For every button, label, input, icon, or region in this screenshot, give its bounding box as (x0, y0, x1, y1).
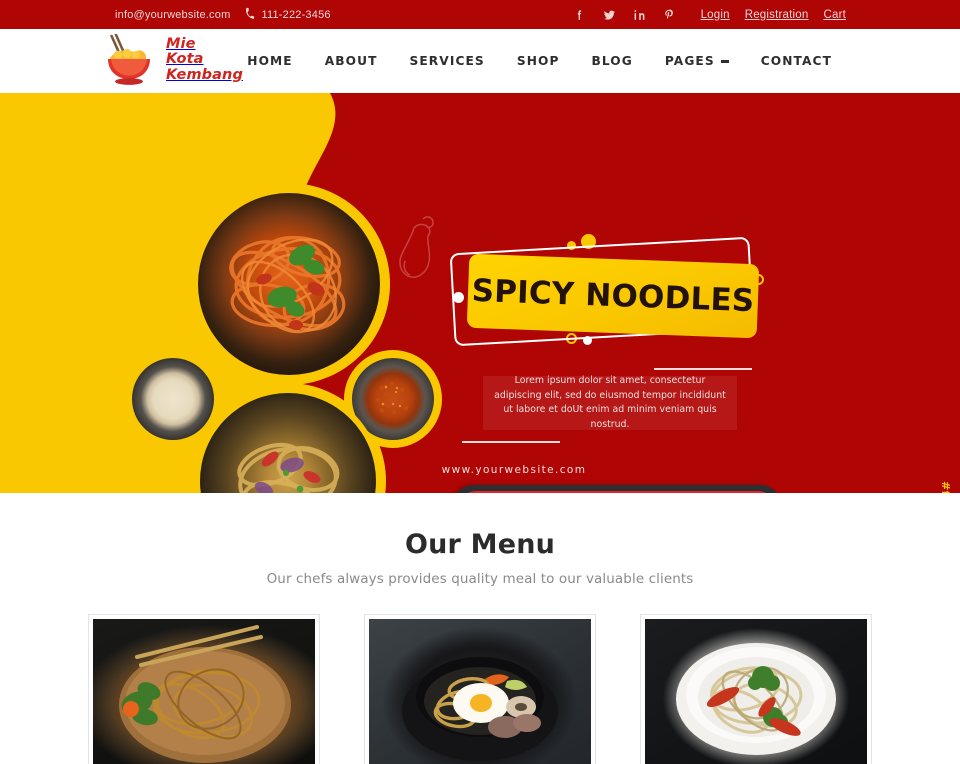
hero-rule-bottom (462, 441, 560, 443)
phone-icon (243, 7, 257, 23)
spicy-pasta-bowl (198, 193, 380, 375)
hero-description-box: Lorem ipsum dolor sit amet, consectetur … (483, 375, 737, 430)
site-logo[interactable]: Mie Kota Kembang (101, 32, 243, 86)
hero-website-url: www.yourwebsite.com (0, 464, 960, 476)
main-navigation: HOME ABOUT SERVICES SHOP BLOG PAGES CONT… (231, 29, 848, 93)
menu-card-1[interactable] (88, 614, 320, 764)
nav-item-home[interactable]: HOME (231, 54, 308, 68)
top-bar: info@yourwebsite.com 111-222-3456 Login … (0, 0, 960, 29)
pinterest-icon[interactable] (663, 8, 676, 22)
logo-line-2: Kota (166, 51, 204, 68)
menu-card-list (0, 614, 960, 764)
phone-text: 111-222-3456 (261, 8, 331, 21)
nav-item-about[interactable]: ABOUT (309, 54, 394, 68)
menu-subtitle: Our chefs always provides quality meal t… (266, 571, 694, 587)
nav-label-shop: SHOP (516, 54, 560, 68)
menu-card-3-image (645, 619, 867, 764)
nav-label-blog: BLOG (591, 54, 633, 68)
registration-link[interactable]: Registration (745, 9, 809, 21)
phone-mockup: order online! (452, 485, 782, 493)
hero-hashtag: #fooddelivery (939, 481, 952, 493)
noodle-bowl-icon (101, 32, 157, 86)
menu-card-2-image (369, 619, 591, 764)
page-root: info@yourwebsite.com 111-222-3456 Login … (0, 0, 960, 764)
top-bar-contact-group: info@yourwebsite.com 111-222-3456 (115, 0, 331, 29)
email-text: info@yourwebsite.com (115, 8, 231, 21)
nav-item-shop[interactable]: SHOP (501, 54, 576, 68)
menu-section: Our Menu Our chefs always provides quali… (0, 493, 960, 764)
hero-description: Lorem ipsum dolor sit amet, consectetur … (494, 375, 726, 430)
menu-card-2[interactable] (364, 614, 596, 764)
menu-card-3[interactable] (640, 614, 872, 764)
facebook-icon[interactable] (573, 8, 586, 22)
chili-flakes-bowl (352, 358, 434, 440)
sesame-seed-bowl (132, 358, 214, 440)
menu-card-1-image (93, 619, 315, 764)
hero-title: SPICY NOODLES (471, 272, 755, 320)
nav-label-about: ABOUT (324, 54, 378, 68)
nav-label-contact: CONTACT (760, 54, 832, 68)
hero-website-text: www.yourwebsite.com (441, 464, 587, 476)
nav-item-contact[interactable]: CONTACT (745, 54, 848, 68)
login-link[interactable]: Login (701, 9, 730, 21)
nav-label-services: SERVICES (409, 54, 485, 68)
nav-label-home: HOME (247, 54, 293, 68)
site-header: Mie Kota Kembang HOME ABOUT SERVICES SHO… (0, 29, 960, 93)
logo-line-1: Mie (166, 35, 196, 52)
chevron-down-icon (720, 59, 729, 63)
email-link[interactable]: info@yourwebsite.com (115, 9, 230, 21)
cart-link[interactable]: Cart (823, 9, 846, 21)
hero-rule-top (654, 368, 752, 370)
phone-link[interactable]: 111-222-3456 (243, 7, 331, 23)
nav-label-pages: PAGES (664, 54, 715, 68)
top-bar-right-group: Login Registration Cart (573, 0, 846, 29)
nav-item-pages[interactable]: PAGES (649, 54, 745, 68)
chili-outline-icon (399, 216, 434, 278)
nav-item-blog[interactable]: BLOG (575, 54, 648, 68)
hero-title-banner: SPICY NOODLES (466, 253, 760, 339)
social-links (573, 8, 676, 22)
hero-banner: SPICY NOODLES Lorem ipsum dolor sit amet… (0, 93, 960, 493)
nav-item-services[interactable]: SERVICES (394, 54, 501, 68)
menu-title: Our Menu (404, 529, 556, 560)
linkedin-icon[interactable] (633, 8, 646, 22)
twitter-icon[interactable] (603, 8, 616, 22)
